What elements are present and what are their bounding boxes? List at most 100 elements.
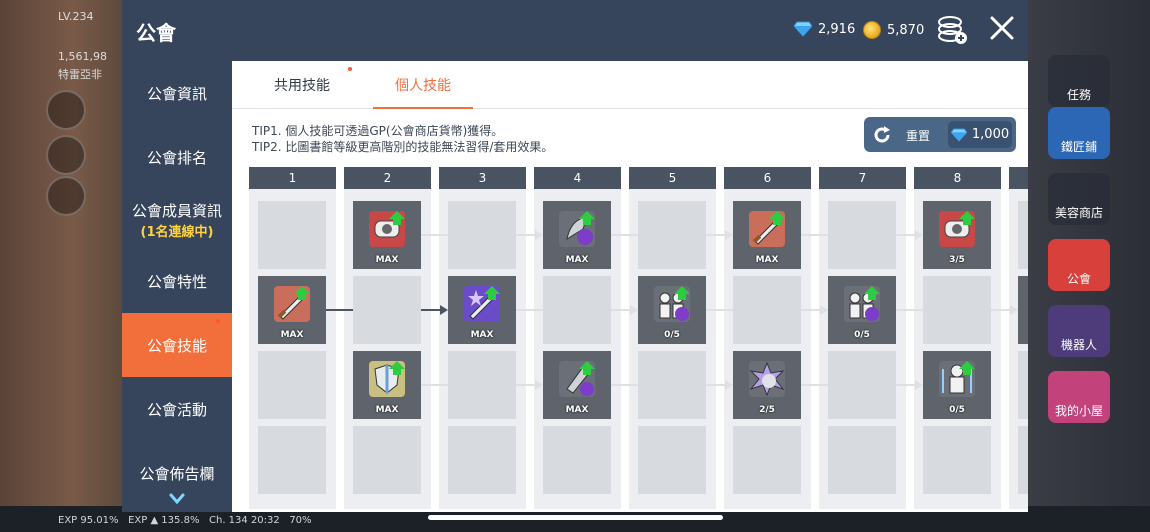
empty-skill-slot	[448, 351, 516, 419]
empty-skill-slot	[733, 426, 801, 494]
chevron-down-icon[interactable]	[169, 493, 185, 505]
skills-panel: 共用技能 個人技能 TIP1. 個人技能可透過GP(公會商店貨幣)獲得。 TIP…	[232, 61, 1028, 512]
skill-tree-grid: 1 2 3 4 5 6 7 8 MAX MAX MAX 3/5 MAX MAX 0/5 0/5 MAX MAX 2/…	[232, 61, 1028, 512]
skill-level-label: MAX	[755, 255, 779, 265]
hud-button[interactable]	[46, 135, 86, 175]
column-header: 6	[724, 167, 811, 189]
connector-arrow-icon	[440, 305, 448, 315]
gem-balance: 2,916	[794, 21, 855, 37]
skill-slot[interactable]: MAX	[543, 351, 611, 419]
gauntlet-icon	[559, 361, 595, 397]
right-menu-beauty-shop[interactable]: 美容商店	[1048, 173, 1110, 225]
skill-slot[interactable]: 0/5	[828, 276, 896, 344]
sidebar-item-guild-info[interactable]: 公會資訊	[122, 61, 232, 125]
connector-arrow-icon	[725, 230, 733, 240]
empty-skill-slot	[923, 276, 991, 344]
guild-window: 公會 2,916 5,870 公會資訊 公會排名 公會成員資訊 (1名連線中) …	[122, 0, 1028, 512]
connector-arrow-icon	[535, 380, 543, 390]
connector-arrow-icon	[1010, 305, 1018, 315]
right-menu-quest[interactable]: 任務	[1048, 55, 1110, 107]
column-header: 8	[914, 167, 1001, 189]
empty-skill-slot	[258, 426, 326, 494]
empty-skill-slot	[1018, 426, 1028, 494]
hud-handshake-button[interactable]	[46, 176, 86, 216]
notification-dot	[216, 319, 220, 323]
back-button[interactable]	[46, 90, 86, 130]
empty-skill-slot	[258, 201, 326, 269]
right-menu-robot[interactable]: 機器人	[1048, 305, 1110, 357]
empty-skill-slot	[638, 351, 706, 419]
column-header: 2	[344, 167, 431, 189]
column-header: 1	[249, 167, 336, 189]
gold-coin-icon	[863, 21, 881, 39]
claw-icon	[559, 211, 595, 247]
empty-skill-slot	[638, 426, 706, 494]
skill-level-label: MAX	[565, 255, 589, 265]
skill-slot[interactable]: MAX	[353, 201, 421, 269]
right-menu-blacksmith[interactable]: 鐵匠鋪	[1048, 107, 1110, 159]
sidebar-item-guild-skills[interactable]: 公會技能	[122, 313, 232, 377]
skill-level-label: 3/5	[949, 255, 965, 265]
coin-balance: 5,870	[863, 21, 924, 39]
column-header: 7	[819, 167, 906, 189]
column-header: 4	[534, 167, 621, 189]
figure-icon	[939, 361, 975, 397]
shield-armor-icon	[369, 211, 405, 247]
skill-slot[interactable]: MAX	[353, 351, 421, 419]
shield-icon	[369, 361, 405, 397]
window-title: 公會	[136, 21, 176, 45]
skill-slot[interactable]: 0/5	[638, 276, 706, 344]
skill-slot[interactable]: MAX	[543, 201, 611, 269]
connector-arrow-icon	[725, 380, 733, 390]
skill-slot[interactable]: MAX	[733, 201, 801, 269]
sword-icon	[749, 211, 785, 247]
skill-level-label: 0/5	[664, 330, 680, 340]
empty-skill-slot	[733, 276, 801, 344]
right-menu-house[interactable]: 我的小屋	[1048, 371, 1110, 423]
currency-exchange-icon[interactable]	[936, 14, 968, 46]
skill-slot[interactable]: 2/5	[733, 351, 801, 419]
skill-level-label: MAX	[375, 255, 399, 265]
party-icon	[844, 286, 880, 322]
skill-slot[interactable]: MAX	[448, 276, 516, 344]
connector-arrow-icon	[915, 380, 923, 390]
connector-arrow-icon	[915, 230, 923, 240]
location-name: 特雷亞非	[58, 68, 102, 81]
empty-skill-slot	[353, 276, 421, 344]
close-icon[interactable]	[988, 14, 1016, 42]
column-header: 5	[629, 167, 716, 189]
connector-arrow-icon	[820, 305, 828, 315]
empty-skill-slot	[923, 426, 991, 494]
empty-skill-slot	[1018, 201, 1028, 269]
empty-skill-slot	[448, 201, 516, 269]
sidebar-item-guild-traits[interactable]: 公會特性	[122, 249, 232, 313]
empty-skill-slot	[828, 426, 896, 494]
guild-sidebar: 公會資訊 公會排名 公會成員資訊 (1名連線中) 公會特性 公會技能 公會活動 …	[122, 61, 232, 512]
sword-icon	[274, 286, 310, 322]
skill-slot[interactable]: MAX	[258, 276, 326, 344]
right-menu-guild[interactable]: 公會	[1048, 239, 1110, 291]
empty-skill-slot	[448, 426, 516, 494]
sidebar-item-guild-events[interactable]: 公會活動	[122, 377, 232, 441]
connector-arrow-icon	[630, 305, 638, 315]
skill-level-label: MAX	[470, 330, 494, 340]
player-level: LV.234	[58, 10, 94, 23]
empty-skill-slot	[258, 351, 326, 419]
shield-armor-icon	[939, 211, 975, 247]
column-header	[1009, 167, 1028, 189]
skill-slot[interactable]: 3/5	[923, 201, 991, 269]
connector-arrow-icon	[535, 230, 543, 240]
empty-skill-slot	[353, 426, 421, 494]
skill-level-label: 0/5	[949, 405, 965, 415]
party-icon	[654, 286, 690, 322]
skill-slot[interactable]	[1018, 276, 1028, 344]
empty-skill-slot	[638, 201, 706, 269]
skill-slot[interactable]: 0/5	[923, 351, 991, 419]
window-titlebar: 公會 2,916 5,870	[122, 0, 1028, 61]
combat-power: 1,561,98	[58, 50, 107, 63]
skill-level-label: MAX	[280, 330, 304, 340]
explosion-icon	[749, 361, 785, 397]
sidebar-item-guild-ranking[interactable]: 公會排名	[122, 125, 232, 189]
diamond-icon	[794, 21, 812, 37]
sidebar-item-member-info[interactable]: 公會成員資訊 (1名連線中)	[122, 185, 232, 255]
